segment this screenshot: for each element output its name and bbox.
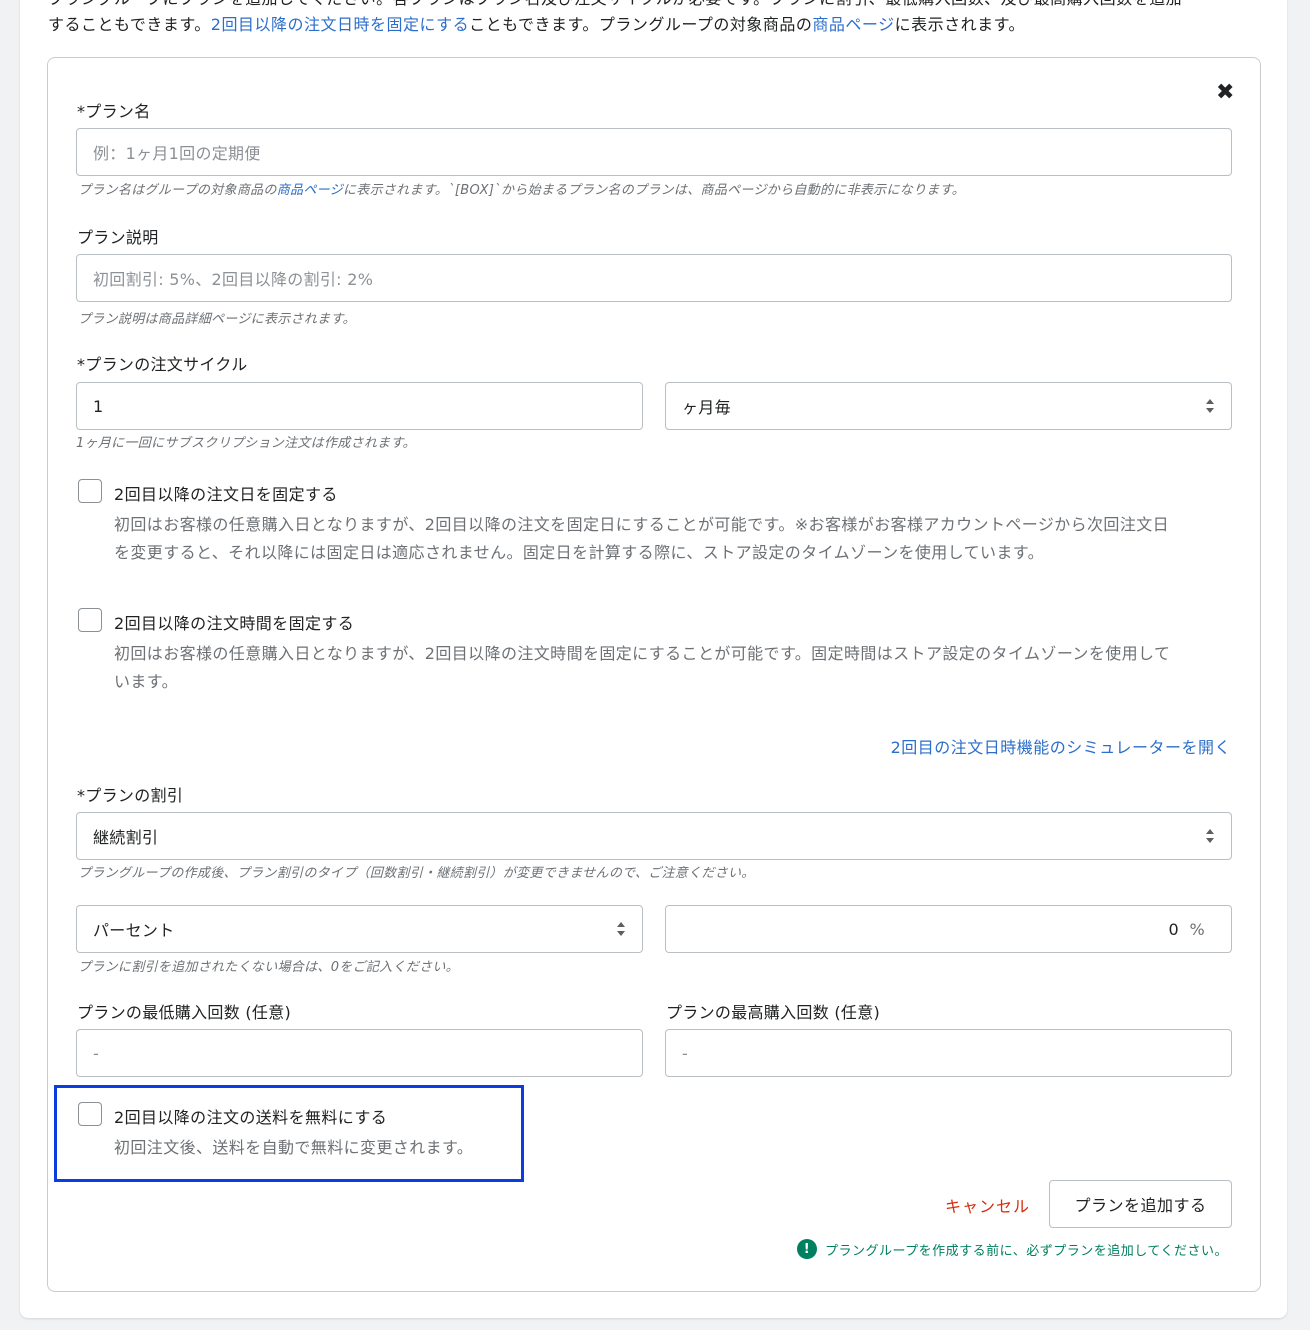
plan-name-input[interactable]: 例：1ヶ月1回の定期便 — [76, 128, 1232, 176]
percent-suffix: % — [1189, 919, 1205, 939]
plan-description-input[interactable]: 初回割引: 5%、2回目以降の割引: 2% — [76, 254, 1232, 302]
order-cycle-number-input[interactable]: 1 — [76, 382, 643, 430]
select-arrows-icon — [1206, 399, 1214, 413]
max-purchases-label: プランの最高購入回数 (任意) — [666, 1003, 881, 1022]
intro-text-segment: することもできます。 — [48, 15, 211, 34]
fix-order-date-desc-line-2: を変更すると、それ以降には固定日は適応されません。固定日を計算する際に、ストア設… — [114, 543, 1045, 562]
simulator-link[interactable]: 2回目の注文日時機能のシミュレーターを開く — [891, 734, 1231, 758]
order-cycle-value: 1 — [93, 396, 104, 416]
order-cycle-unit-value: ヶ月毎 — [682, 398, 731, 417]
discount-unit-value: パーセント — [93, 921, 175, 940]
add-plan-button[interactable]: プランを追加する — [1049, 1180, 1232, 1228]
fix-order-time-desc-line-2: います。 — [114, 672, 179, 691]
plan-description-help: プラン説明は商品詳細ページに表示されます。 — [78, 312, 356, 327]
help-text-segment: プラン名はグループの対象商品の — [78, 183, 277, 198]
discount-type-value: 継続割引 — [93, 828, 159, 847]
discount-unit-select[interactable]: パーセント — [76, 905, 643, 953]
discount-amount-input[interactable]: 0 % — [665, 905, 1232, 953]
notice-text: プラングループを作成する前に、必ずプランを追加してください。 — [824, 1243, 1228, 1259]
plan-name-placeholder: 例：1ヶ月1回の定期便 — [93, 144, 261, 163]
max-purchases-input[interactable]: - — [665, 1029, 1232, 1077]
select-arrows-icon — [617, 922, 625, 936]
min-purchases-placeholder: - — [93, 1043, 100, 1063]
fix-order-date-label: 2回目以降の注文日を固定する — [114, 485, 338, 504]
discount-amount-help: プランに割引を追加されたくない場合は、0をご記入ください。 — [78, 960, 459, 975]
discount-type-select[interactable]: 継続割引 — [76, 812, 1232, 860]
fixed-order-datetime-link[interactable]: 2回目以降の注文日時を固定にする — [211, 15, 469, 34]
discount-label: *プランの割引 — [77, 786, 184, 805]
help-product-page-link[interactable]: 商品ページ — [277, 183, 343, 198]
select-arrows-icon — [1206, 829, 1214, 843]
product-page-link[interactable]: 商品ページ — [812, 15, 894, 34]
fix-order-date-desc-line-1: 初回はお客様の任意購入日となりますが、2回目以降の注文を固定日にすることが可能で… — [114, 515, 1170, 534]
min-purchases-label: プランの最低購入回数 (任意) — [77, 1003, 292, 1022]
intro-line-2: することもできます。2回目以降の注文日時を固定にすることもできます。プラングルー… — [48, 12, 1268, 38]
intro-text: プラングループにプランを追加してください。各プランはプラン名及び注文サイクルが必… — [48, 0, 1268, 38]
order-cycle-help: 1ヶ月に一回にサブスクリプション注文は作成されます。 — [76, 436, 416, 451]
alert-icon: ! — [796, 1239, 817, 1259]
intro-text-segment: に表示されます。 — [894, 15, 1026, 34]
fix-order-time-checkbox[interactable] — [78, 608, 102, 632]
cancel-button[interactable]: キャンセル — [945, 1193, 1030, 1217]
highlight-box — [54, 1085, 524, 1182]
discount-amount-value: 0 — [1168, 919, 1179, 939]
plan-name-label: *プラン名 — [77, 102, 151, 121]
close-icon[interactable]: ✖ — [1216, 80, 1234, 105]
min-purchases-input[interactable]: - — [76, 1029, 643, 1077]
order-cycle-unit-select[interactable]: ヶ月毎 — [665, 382, 1232, 430]
fix-order-date-checkbox[interactable] — [78, 479, 102, 503]
notice: ! プラングループを作成する前に、必ずプランを追加してください。 — [796, 1239, 1228, 1259]
max-purchases-placeholder: - — [682, 1043, 689, 1063]
fix-order-date-description: 初回はお客様の任意購入日となりますが、2回目以降の注文を固定日にすることが可能で… — [114, 511, 1234, 567]
order-cycle-label: *プランの注文サイクル — [77, 355, 248, 374]
add-plan-button-label: プランを追加する — [1074, 1196, 1207, 1215]
plan-name-help: プラン名はグループの対象商品の商品ページに表示されます。`[BOX]`から始まる… — [78, 179, 965, 198]
intro-text-segment: こともできます。プラングループの対象商品の — [469, 15, 813, 34]
plan-description-label: プラン説明 — [77, 228, 159, 247]
plan-description-placeholder: 初回割引: 5%、2回目以降の割引: 2% — [93, 270, 374, 289]
fix-order-time-label: 2回目以降の注文時間を固定する — [114, 614, 355, 633]
fix-order-time-description: 初回はお客様の任意購入日となりますが、2回目以降の注文時間を固定にすることが可能… — [114, 640, 1234, 696]
discount-type-help: プラングループの作成後、プラン割引のタイプ（回数割引・継続割引）が変更できません… — [78, 866, 755, 881]
intro-line-1: プラングループにプランを追加してください。各プランはプラン名及び注文サイクルが必… — [48, 0, 1268, 12]
help-text-segment: に表示されます。`[BOX]`から始まるプラン名のプランは、商品ページから自動的… — [342, 183, 965, 198]
fix-order-time-desc-line-1: 初回はお客様の任意購入日となりますが、2回目以降の注文時間を固定にすることが可能… — [114, 644, 1171, 663]
